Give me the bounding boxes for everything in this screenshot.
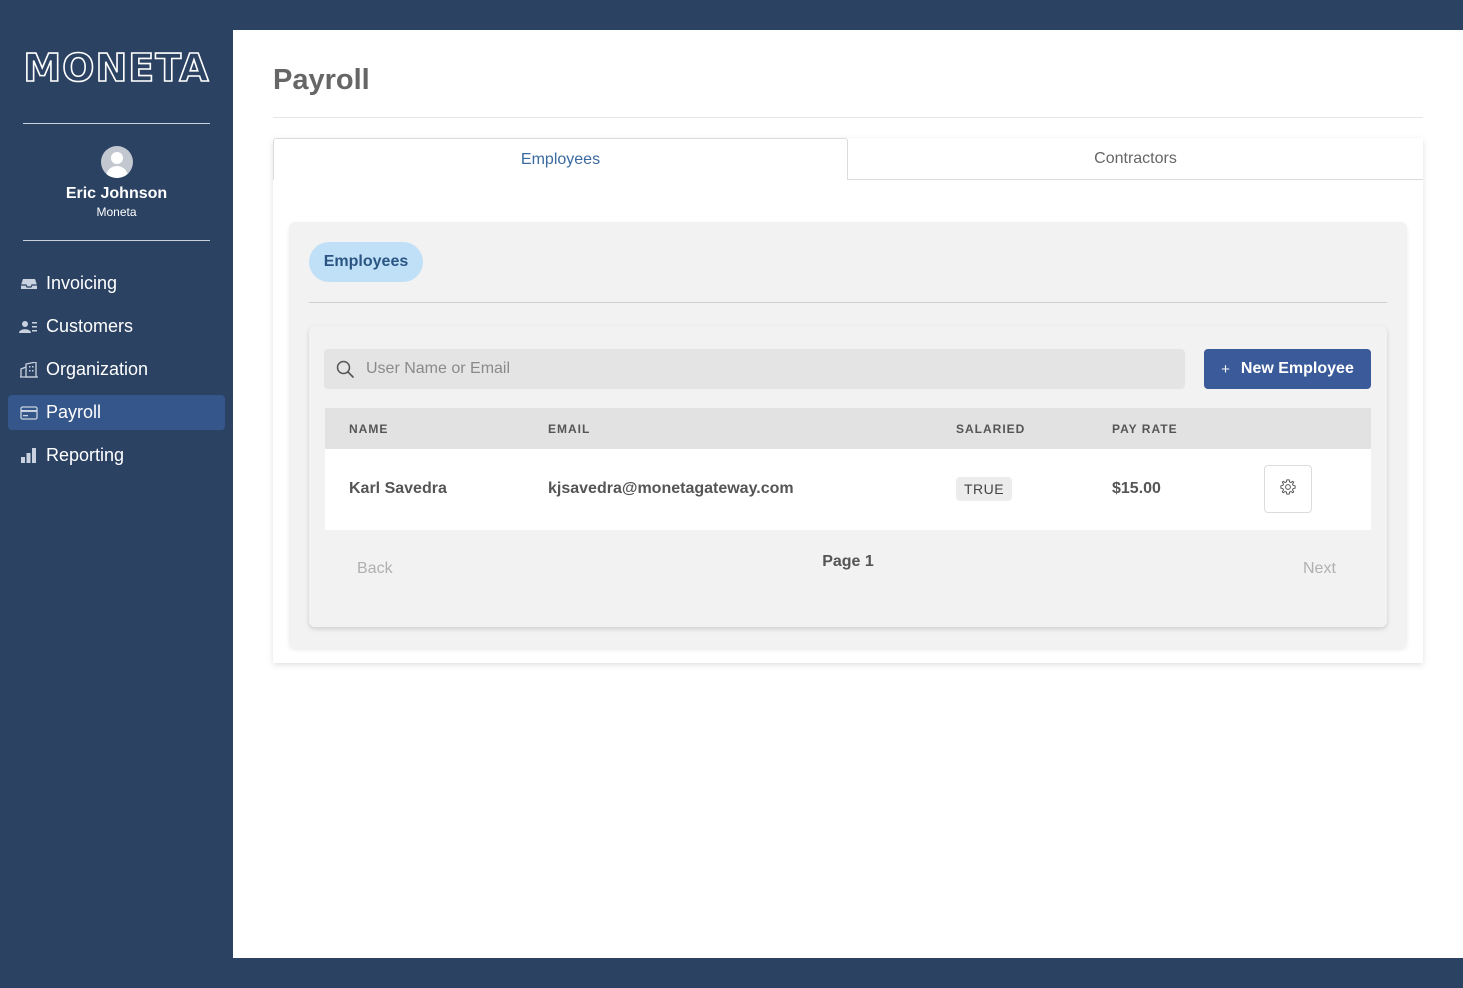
sidebar-item-reporting[interactable]: Reporting xyxy=(8,438,225,473)
users-list-icon xyxy=(19,319,38,335)
user-org: Moneta xyxy=(96,205,137,219)
sidebar-nav: Invoicing Customers Organization Payroll… xyxy=(8,266,225,481)
table-row[interactable]: Karl Savedra kjsavedra@monetagateway.com… xyxy=(325,449,1371,530)
employee-pay-rate: $15.00 xyxy=(1112,480,1161,497)
sidebar-item-label: Customers xyxy=(46,316,134,336)
avatar[interactable] xyxy=(101,146,133,178)
tab-employees[interactable]: Employees xyxy=(273,138,848,180)
employee-settings-button[interactable] xyxy=(1264,465,1312,513)
bar-chart-icon xyxy=(19,448,38,464)
sidebar-item-label: Organization xyxy=(46,359,149,379)
salaried-badge: TRUE xyxy=(956,477,1013,501)
search-box xyxy=(324,349,1185,389)
sidebar-item-invoicing[interactable]: Invoicing xyxy=(8,266,225,301)
sidebar-item-label: Reporting xyxy=(46,445,125,465)
inbox-tray-icon xyxy=(19,276,38,292)
moneta-logo[interactable]: MONETA xyxy=(0,45,233,91)
title-divider xyxy=(273,117,1423,118)
column-header-email[interactable]: EMAIL xyxy=(548,422,590,436)
employee-email: kjsavedra@monetagateway.com xyxy=(548,480,794,497)
pager-page-label: Page 1 xyxy=(822,553,874,570)
sidebar-item-payroll[interactable]: Payroll xyxy=(8,395,225,430)
user-name: Eric Johnson xyxy=(65,185,168,202)
table-header: NAME EMAIL SALARIED PAY RATE xyxy=(325,408,1371,449)
employees-table-card: + New Employee NAME EMAIL SALARIED PAY R… xyxy=(309,326,1387,627)
sidebar-item-label: Payroll xyxy=(46,402,102,422)
employees-filter-chip[interactable]: Employees xyxy=(309,242,423,282)
plus-icon: + xyxy=(1221,360,1230,378)
sidebar-item-customers[interactable]: Customers xyxy=(8,309,225,344)
column-header-name[interactable]: NAME xyxy=(349,422,388,436)
credit-card-icon xyxy=(19,405,38,421)
tab-contractors[interactable]: Contractors xyxy=(848,138,1423,180)
column-header-salaried[interactable]: SALARIED xyxy=(956,422,1025,436)
new-employee-button[interactable]: + New Employee xyxy=(1204,349,1371,389)
column-header-pay-rate[interactable]: PAY RATE xyxy=(1112,422,1178,436)
section-divider xyxy=(309,302,1387,303)
new-employee-label: New Employee xyxy=(1240,360,1354,377)
pager-next-button[interactable]: Next xyxy=(1303,560,1336,578)
page-title: Payroll xyxy=(273,64,370,96)
employee-name: Karl Savedra xyxy=(349,480,447,497)
search-icon xyxy=(336,360,354,378)
sidebar-divider xyxy=(23,123,210,124)
employees-card: Employees + New Employee xyxy=(289,222,1407,648)
sidebar-item-label: Invoicing xyxy=(46,273,118,293)
avatar-head xyxy=(111,152,123,164)
search-input[interactable] xyxy=(366,349,1166,389)
tabs-panel: Employees Contractors Employees + xyxy=(273,138,1423,663)
sidebar-item-organization[interactable]: Organization xyxy=(8,352,225,387)
main-content: Payroll Employees Contractors Employees xyxy=(233,30,1463,958)
building-icon xyxy=(19,361,38,378)
gear-icon xyxy=(1279,478,1297,501)
sidebar-divider xyxy=(23,240,210,241)
sidebar: MONETA Eric Johnson Moneta Invoicing Cus… xyxy=(0,0,233,988)
avatar-body xyxy=(106,166,128,178)
